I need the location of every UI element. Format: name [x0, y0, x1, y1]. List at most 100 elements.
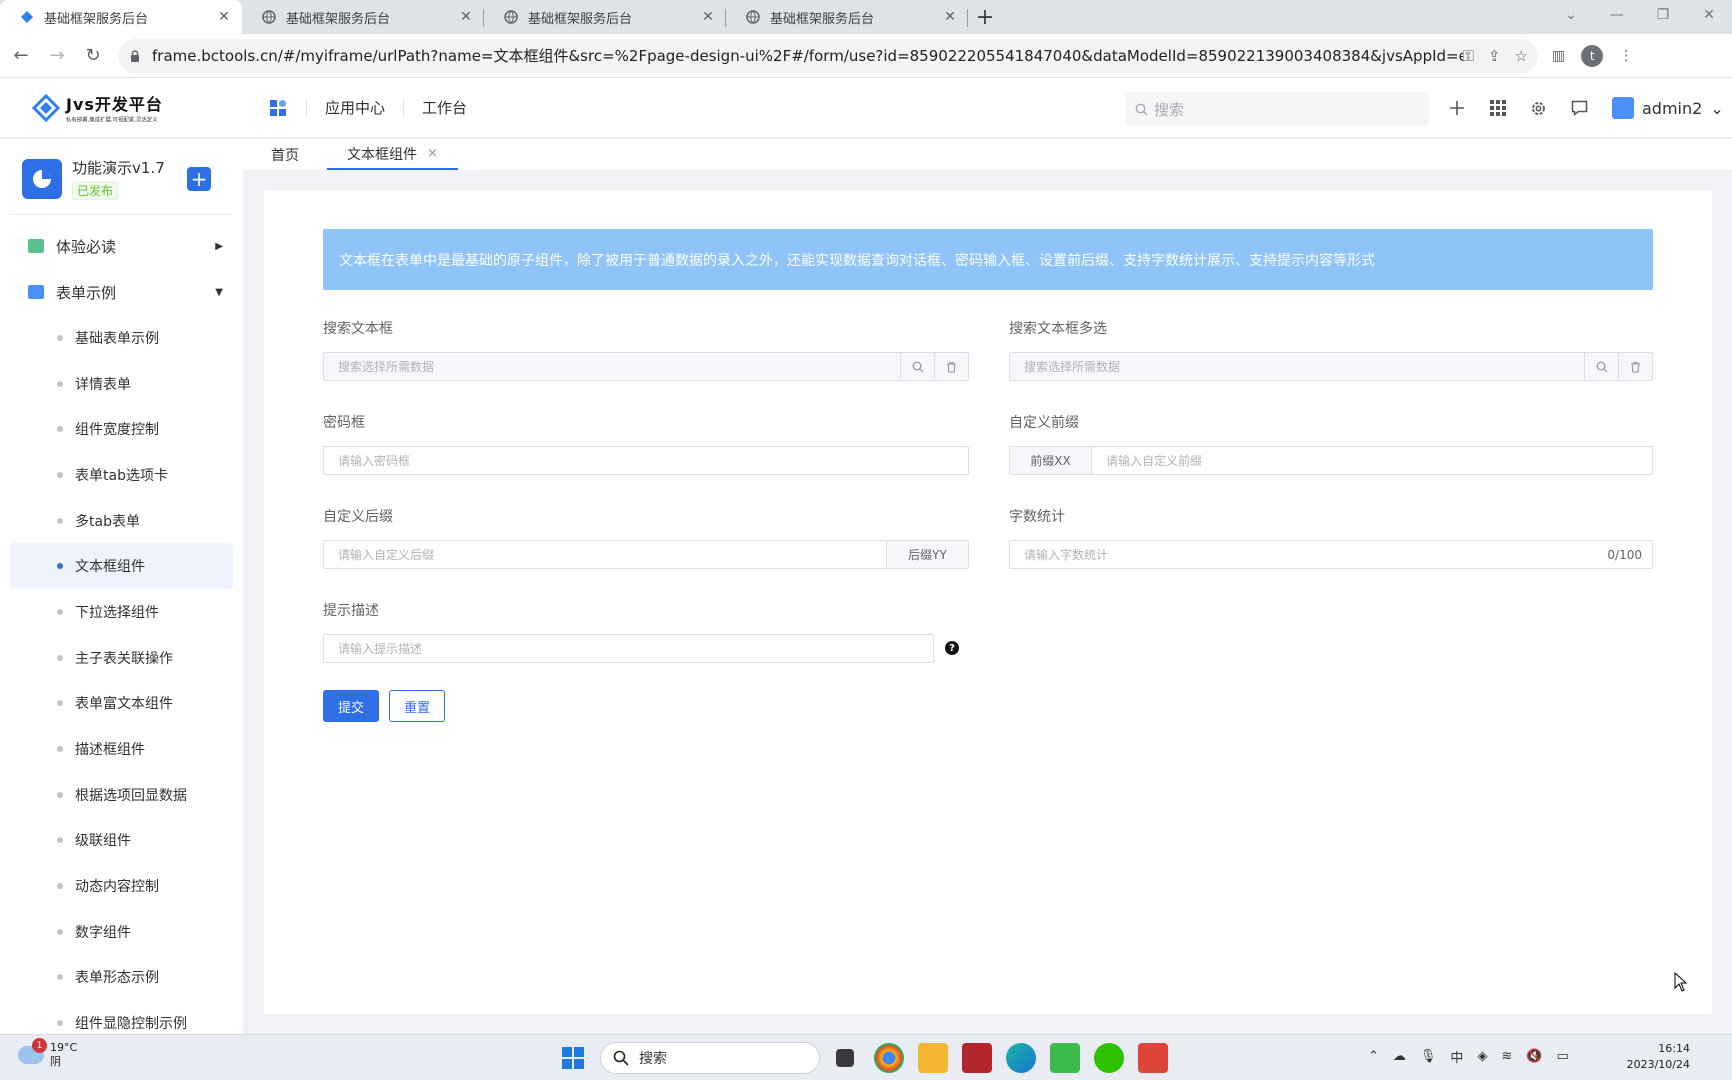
sidebar-item[interactable]: 表单富文本组件 — [10, 681, 233, 727]
taskbar-search[interactable]: 搜索 — [600, 1042, 820, 1074]
close-tab-icon[interactable]: ✕ — [458, 9, 474, 25]
sidebar-item[interactable]: 基础表单示例 — [10, 315, 233, 361]
chevron-up-icon[interactable]: ⌃ — [1368, 1049, 1379, 1064]
weather-widget[interactable]: 1 19°C 阴 — [18, 1038, 77, 1069]
search-icon[interactable] — [900, 353, 934, 380]
sidebar-item[interactable]: 动态内容控制 — [10, 863, 233, 909]
input-placeholder: 请输入自定义后缀 — [338, 548, 435, 562]
chrome-icon[interactable] — [874, 1043, 904, 1073]
sidebar-item[interactable]: 详情表单 — [10, 361, 233, 407]
back-button[interactable]: ← — [6, 41, 36, 71]
battery-icon[interactable]: ▭ — [1557, 1049, 1569, 1064]
submit-button[interactable]: 提交 — [323, 690, 379, 722]
more-menu-icon[interactable]: ⋮ — [1619, 48, 1633, 64]
close-icon[interactable]: × — [427, 146, 438, 161]
prefix-input[interactable]: 前缀XX 请输入自定义前缀 — [1009, 446, 1653, 475]
wifi-icon[interactable]: ≋ — [1501, 1049, 1512, 1064]
app-icon[interactable] — [1138, 1043, 1168, 1073]
forward-button[interactable]: → — [42, 41, 72, 71]
speaker-muted-icon[interactable]: 🔇 — [1526, 1049, 1542, 1064]
app-icon[interactable] — [962, 1043, 992, 1073]
sidebar-item[interactable]: 表单形态示例 — [10, 955, 233, 1001]
browser-tab[interactable]: 基础框架服务后台 ✕ — [726, 0, 968, 34]
reset-button[interactable]: 重置 — [389, 690, 445, 722]
close-tab-icon[interactable]: ✕ — [216, 9, 232, 25]
chevron-down-icon: ⌄ — [1710, 98, 1724, 118]
browser-tab[interactable]: 基础框架服务后台 ✕ — [242, 0, 484, 34]
sidebar-item[interactable]: 数字组件 — [10, 909, 233, 955]
sidebar-item-active[interactable]: 文本框组件 — [10, 543, 233, 590]
browser-tab[interactable]: 基础框架服务后台 ✕ — [484, 0, 726, 34]
apps-grid-icon[interactable] — [1490, 100, 1506, 116]
bullet-dot — [57, 1020, 63, 1027]
wechat-icon[interactable] — [1094, 1043, 1124, 1073]
clock[interactable]: 16:14 2023/10/24 — [1627, 1041, 1690, 1073]
new-tab-button[interactable]: + — [968, 0, 1002, 34]
reload-button[interactable]: ↻ — [78, 41, 108, 71]
side-panel-icon[interactable]: ▥ — [1552, 48, 1565, 64]
editor-icon[interactable] — [1050, 1043, 1080, 1073]
search-text-input[interactable]: 搜索选择所需数据 — [323, 352, 969, 381]
settings-gear-icon[interactable] — [1530, 100, 1547, 117]
menu-group-guide[interactable]: 体验必读 ▶ — [0, 223, 243, 269]
restore-icon[interactable]: ❐ — [1640, 0, 1686, 30]
file-explorer-icon[interactable] — [918, 1043, 948, 1073]
app-name: 功能演示v1.7 — [72, 159, 165, 177]
close-tab-icon[interactable]: ✕ — [942, 9, 958, 25]
input-placeholder: 请输入提示描述 — [338, 642, 423, 656]
help-icon[interactable]: ? — [945, 641, 959, 655]
hint-input[interactable]: 请输入提示描述 — [323, 634, 934, 663]
minimize-icon[interactable]: — — [1594, 0, 1640, 30]
sidebar-item-label: 表单tab选项卡 — [75, 467, 168, 484]
sidebar-item[interactable]: 根据选项回显数据 — [10, 772, 233, 818]
tab-search-icon[interactable]: ⌄ — [1548, 0, 1594, 30]
close-window-icon[interactable]: ✕ — [1686, 0, 1732, 30]
nav-workbench[interactable]: 工作台 — [422, 97, 467, 118]
microphone-icon[interactable]: 🎙 — [1420, 1049, 1437, 1064]
user-menu[interactable]: admin2 ⌄ — [1612, 97, 1724, 119]
message-icon[interactable] — [1571, 100, 1588, 116]
url-field[interactable]: frame.bctools.cn/#/myiframe/urlPath?name… — [118, 38, 1538, 73]
sidebar-item[interactable]: 组件宽度控制 — [10, 406, 233, 452]
app-tray-icon[interactable]: ◈ — [1477, 1049, 1487, 1064]
sidebar-item[interactable]: 级联组件 — [10, 818, 233, 864]
menu-group-form-examples[interactable]: 表单示例 ▼ — [0, 269, 243, 315]
share-icon[interactable]: ⇪ — [1488, 47, 1501, 65]
sidebar-item[interactable]: 描述框组件 — [10, 726, 233, 772]
add-button[interactable]: + — [187, 166, 211, 191]
bullet-dot — [57, 517, 63, 524]
tab-textbox-component[interactable]: 文本框组件 × — [327, 139, 458, 170]
input-prefix: 前缀XX — [1010, 447, 1092, 474]
field-prefix: 自定义前缀 前缀XX 请输入自定义前缀 — [1009, 412, 1653, 476]
nav-app-center[interactable]: 应用中心 — [325, 97, 385, 118]
header-search-input[interactable]: 搜索 — [1125, 92, 1429, 126]
suffix-input[interactable]: 请输入自定义后缀 后缀YY — [323, 540, 969, 569]
sidebar-item[interactable]: 组件显隐控制示例 — [10, 1000, 233, 1034]
sidebar: 功能演示v1.7 已发布 + 体验必读 ▶ 表单示例 ▼ 基础表单示例 详情表单… — [0, 139, 243, 1034]
logo[interactable]: Jvs开发平台 私有部署,集成扩展,可视配置,灵活定义 — [32, 91, 222, 124]
plus-icon[interactable] — [1448, 99, 1466, 117]
sidebar-item[interactable]: 多tab表单 — [10, 498, 233, 544]
app-switch-icon[interactable] — [268, 98, 288, 118]
search-icon[interactable] — [1584, 353, 1618, 380]
cloud-sync-icon[interactable]: ☁ — [1393, 1049, 1406, 1064]
ime-indicator[interactable]: 中 — [1450, 1047, 1463, 1066]
bookmark-star-icon[interactable]: ☆ — [1515, 47, 1528, 65]
sidebar-item[interactable]: 表单tab选项卡 — [10, 452, 233, 498]
trash-icon[interactable] — [934, 353, 968, 380]
wordcount-input[interactable]: 请输入字数统计 0/100 — [1009, 540, 1653, 569]
task-view-icon[interactable] — [836, 1049, 854, 1067]
browser-tab[interactable]: 基础框架服务后台 ✕ — [0, 0, 242, 34]
key-icon[interactable]: ⚿ — [1463, 47, 1474, 65]
windows-start-button[interactable] — [562, 1047, 584, 1069]
trash-icon[interactable] — [1618, 353, 1652, 380]
close-tab-icon[interactable]: ✕ — [700, 9, 716, 25]
profile-avatar[interactable]: t — [1581, 44, 1604, 67]
tab-home[interactable]: 首页 — [251, 139, 319, 170]
edge-icon[interactable] — [1006, 1043, 1036, 1073]
site-info-icon[interactable] — [128, 49, 142, 63]
sidebar-item[interactable]: 下拉选择组件 — [10, 589, 233, 635]
search-multi-input[interactable]: 搜索选择所需数据 — [1009, 352, 1653, 381]
sidebar-item[interactable]: 主子表关联操作 — [10, 635, 233, 681]
password-input[interactable]: 请输入密码框 — [323, 446, 969, 475]
